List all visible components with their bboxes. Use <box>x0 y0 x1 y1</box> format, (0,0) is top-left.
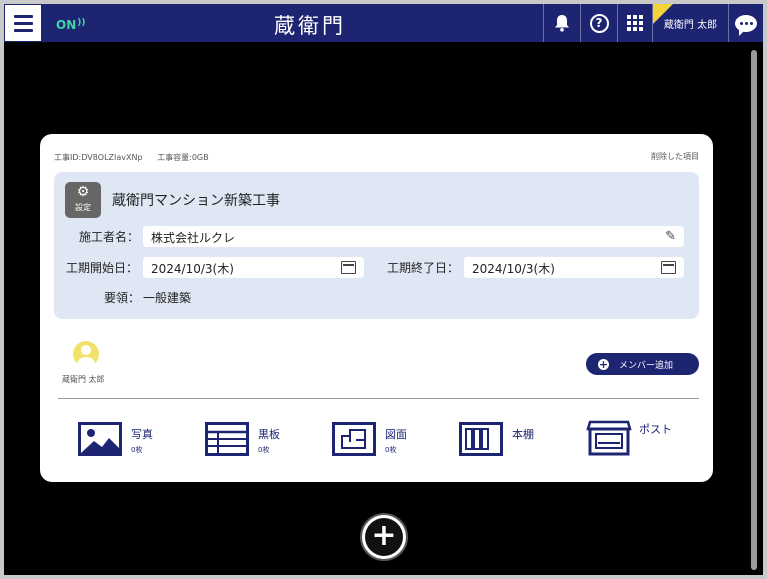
edit-pencil-icon[interactable]: ✎ <box>665 229 676 244</box>
top-bar: ON)) 蔵衛門 ? 蔵衛門 太郎 <box>4 4 763 42</box>
plus-circle-icon: + <box>598 357 609 371</box>
project-id: 工事ID:DV8OLZIavXNp <box>54 153 143 162</box>
module-photo[interactable]: 写真 0枚 <box>78 422 153 460</box>
deleted-items-link[interactable]: 削除した項目 <box>651 151 699 162</box>
module-post[interactable]: ポスト <box>586 419 672 461</box>
module-label: ポスト <box>639 423 672 436</box>
floorplan-icon <box>332 422 376 456</box>
settings-button[interactable]: ⚙ 設定 <box>65 182 101 218</box>
mailbox-icon <box>586 420 632 456</box>
help-icon: ? <box>589 13 609 33</box>
project-title: 蔵衛門マンション新築工事 <box>112 193 280 209</box>
apps-button[interactable] <box>617 4 652 42</box>
end-date-field[interactable]: 2024/10/3(木) <box>464 257 684 278</box>
module-count: 0枚 <box>131 446 143 454</box>
start-date-label: 工期開始日： <box>66 261 139 275</box>
project-meta: 工事ID:DV8OLZIavXNp 工事容量:0GB <box>54 152 209 163</box>
premium-badge-icon <box>653 4 673 24</box>
settings-icon: ⚙ <box>76 184 90 200</box>
app-logo: 蔵衛門 <box>274 14 346 38</box>
module-label: 黒板 <box>258 428 280 441</box>
project-card: 工事ID:DV8OLZIavXNp 工事容量:0GB 削除した項目 ⚙ 設定 蔵… <box>40 134 713 482</box>
start-date-value: 2024/10/3(木) <box>151 262 234 276</box>
chat-icon <box>735 14 757 36</box>
add-member-label: メンバー追加 <box>619 360 674 371</box>
scrollbar-thumb[interactable] <box>751 50 757 570</box>
apps-grid-icon <box>627 15 643 31</box>
user-menu[interactable]: 蔵衛門 太郎 <box>652 4 728 42</box>
app-screen: ON)) 蔵衛門 ? 蔵衛門 太郎 工事ID:DV8OLZIavXNp 工事容量… <box>4 4 763 575</box>
module-count: 0枚 <box>385 446 397 454</box>
help-button[interactable]: ? <box>580 4 617 42</box>
photo-icon <box>78 422 122 456</box>
bell-icon <box>555 15 569 32</box>
module-blackboard[interactable]: 黒板 0枚 <box>205 422 280 460</box>
settings-label: 設定 <box>75 203 91 212</box>
member-name: 蔵衛門 太郎 <box>62 375 105 384</box>
add-fab-button[interactable]: + <box>360 513 408 561</box>
summary-value: 一般建築 <box>143 291 192 305</box>
contractor-label: 施工者名： <box>79 230 140 244</box>
summary-label: 要領： <box>104 291 141 305</box>
module-label: 本棚 <box>512 428 534 441</box>
calendar-icon[interactable] <box>661 261 676 274</box>
app-frame: ON)) 蔵衛門 ? 蔵衛門 太郎 工事ID:DV8OLZIavXNp 工事容量… <box>0 0 767 579</box>
add-member-button[interactable]: + メンバー追加 <box>586 353 699 375</box>
menu-button[interactable] <box>4 4 42 42</box>
signal-icon: )) <box>77 18 86 28</box>
contractor-field[interactable]: 株式会社ルクレ ✎ <box>143 226 684 247</box>
online-status: ON)) <box>56 18 86 32</box>
module-drawing[interactable]: 図面 0枚 <box>332 422 407 460</box>
bookshelf-icon <box>459 422 503 456</box>
scrollbar[interactable] <box>751 50 757 570</box>
module-label: 写真 <box>131 428 153 441</box>
module-count: 0枚 <box>258 446 270 454</box>
end-date-value: 2024/10/3(木) <box>472 262 555 276</box>
chat-button[interactable] <box>728 4 763 42</box>
project-capacity: 工事容量:0GB <box>157 153 209 162</box>
blackboard-icon <box>205 422 249 456</box>
module-label: 図面 <box>385 428 407 441</box>
project-info-panel: ⚙ 設定 蔵衛門マンション新築工事 施工者名： 株式会社ルクレ ✎ 工期開始日：… <box>54 172 699 319</box>
calendar-icon[interactable] <box>341 261 356 274</box>
start-date-field[interactable]: 2024/10/3(木) <box>143 257 364 278</box>
divider <box>58 398 699 399</box>
contractor-value: 株式会社ルクレ <box>151 231 236 245</box>
avatar[interactable] <box>73 341 99 367</box>
module-bookshelf[interactable]: 本棚 <box>459 422 534 460</box>
end-date-label: 工期終了日： <box>387 261 460 275</box>
plus-icon: + <box>365 518 403 556</box>
notifications-button[interactable] <box>543 4 580 42</box>
